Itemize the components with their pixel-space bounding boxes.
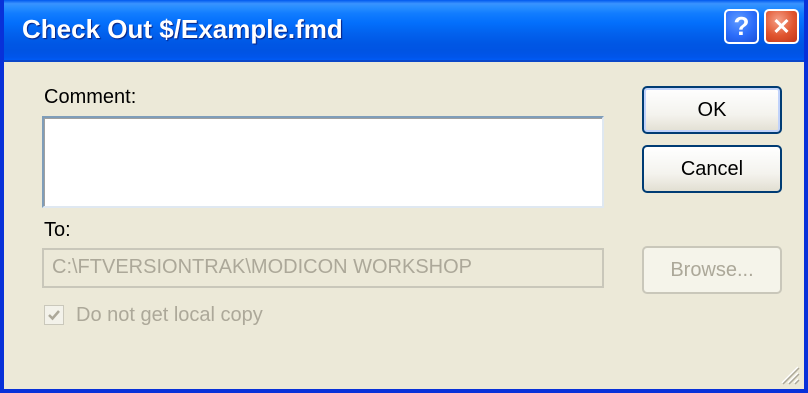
to-label: To:: [44, 219, 71, 241]
close-button[interactable]: ✕: [764, 9, 799, 44]
browse-button[interactable]: Browse...: [642, 246, 782, 294]
close-icon: ✕: [772, 13, 791, 39]
comment-textarea[interactable]: [42, 116, 604, 208]
cancel-button[interactable]: Cancel: [642, 145, 782, 193]
help-icon: ?: [733, 11, 750, 41]
to-path-field[interactable]: C:\FTVERSIONTRAK\MODICON WORKSHOP: [42, 248, 604, 288]
comment-label: Comment:: [44, 86, 137, 108]
resize-grip-icon[interactable]: [776, 361, 800, 385]
checkmark-icon: [48, 310, 60, 321]
check-out-dialog: Check Out $/Example.fmd ? ✕ Comment: To:…: [0, 0, 808, 393]
title-bar[interactable]: Check Out $/Example.fmd ? ✕: [4, 0, 804, 62]
no-local-copy-checkbox[interactable]: [44, 305, 64, 325]
help-button[interactable]: ?: [724, 9, 759, 44]
ok-button[interactable]: OK: [642, 86, 782, 134]
no-local-copy-label: Do not get local copy: [76, 304, 263, 326]
window-title: Check Out $/Example.fmd: [22, 14, 343, 44]
